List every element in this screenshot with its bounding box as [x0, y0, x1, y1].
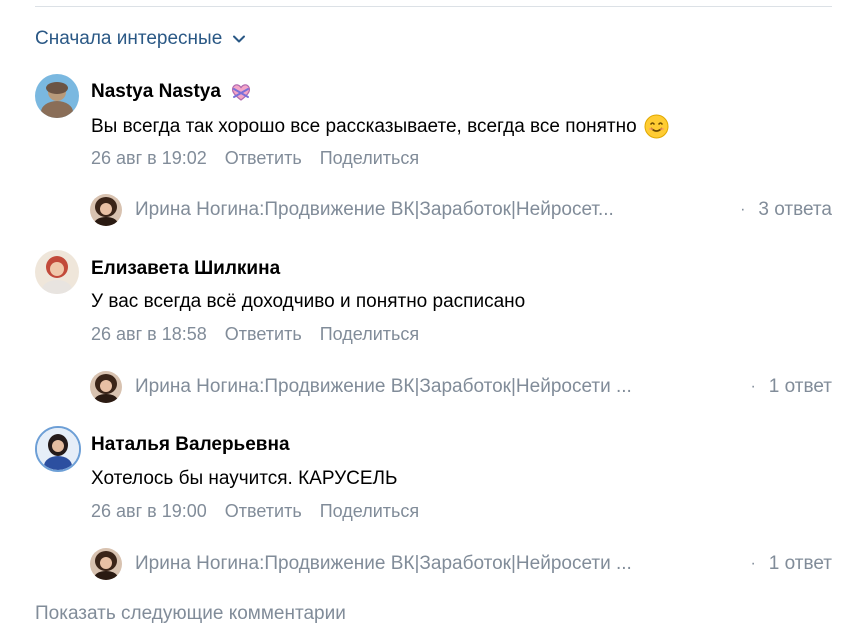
author-name: Елизавета Шилкина: [91, 258, 281, 279]
reply-count: 1 ответ: [768, 376, 832, 397]
comment: Наталья Валерьевна Хотелось бы научится.…: [0, 422, 845, 592]
reply-thread-link[interactable]: Ирина Ногина:Продвижение ВК|Заработок|Не…: [90, 546, 832, 582]
comment-author[interactable]: Наталья Валерьевна: [91, 434, 290, 456]
reply-separator: ·: [750, 378, 756, 395]
comment-text: У вас всегда всё доходчиво и понятно рас…: [91, 291, 525, 313]
comment-meta: 26 авг в 19:00 Ответить Поделиться: [91, 501, 419, 522]
comment-date[interactable]: 26 авг в 18:58: [91, 324, 207, 345]
share-button[interactable]: Поделиться: [320, 148, 419, 169]
sort-dropdown[interactable]: Сначала интересные: [35, 28, 246, 50]
share-button[interactable]: Поделиться: [320, 324, 419, 345]
reply-thread-link[interactable]: Ирина Ногина:Продвижение ВК|Заработок|Не…: [90, 192, 832, 228]
reply-thread-link[interactable]: Ирина Ногина:Продвижение ВК|Заработок|Не…: [90, 369, 832, 405]
show-more-comments-link[interactable]: Показать следующие комментарии: [35, 603, 346, 625]
comment: Nastya Nastya Вы всегда так хорошо все р…: [0, 70, 845, 240]
smiling-face-icon: [644, 114, 669, 139]
reply-avatar: [90, 194, 122, 226]
avatar[interactable]: [35, 74, 79, 118]
comment-text-content: Хотелось бы научится. КАРУСЕЛЬ: [91, 468, 398, 489]
comment-text-content: Вы всегда так хорошо все рассказываете, …: [91, 115, 637, 137]
avatar[interactable]: [35, 250, 79, 294]
reply-count: 3 ответа: [758, 199, 832, 220]
reply-author: Ирина Ногина:Продвижение ВК|Заработок|Не…: [135, 376, 632, 397]
reply-avatar: [90, 371, 122, 403]
share-button[interactable]: Поделиться: [320, 501, 419, 522]
top-divider: [35, 6, 832, 7]
sort-label: Сначала интересные: [35, 28, 223, 49]
comment: Елизавета Шилкина У вас всегда всё доход…: [0, 246, 845, 416]
comment-date[interactable]: 26 авг в 19:02: [91, 148, 207, 169]
reply-author: Ирина Ногина:Продвижение ВК|Заработок|Не…: [135, 553, 632, 574]
reply-count: 1 ответ: [768, 553, 832, 574]
avatar[interactable]: [35, 426, 81, 472]
reply-avatar: [90, 548, 122, 580]
comment-meta: 26 авг в 19:02 Ответить Поделиться: [91, 148, 419, 169]
reply-button[interactable]: Ответить: [225, 324, 302, 345]
reply-author: Ирина Ногина:Продвижение ВК|Заработок|Не…: [135, 199, 614, 220]
comment-text: Вы всегда так хорошо все рассказываете, …: [91, 114, 669, 139]
reply-button[interactable]: Ответить: [225, 501, 302, 522]
comment-text: Хотелось бы научится. КАРУСЕЛЬ: [91, 468, 398, 490]
comment-text-content: У вас всегда всё доходчиво и понятно рас…: [91, 291, 526, 312]
author-name: Наталья Валерьевна: [91, 434, 290, 455]
heart-ribbon-icon: [229, 80, 253, 104]
comment-date[interactable]: 26 авг в 19:00: [91, 501, 207, 522]
comment-author[interactable]: Nastya Nastya: [91, 80, 253, 104]
chevron-down-icon: [232, 32, 246, 46]
reply-separator: ·: [740, 201, 746, 218]
comment-meta: 26 авг в 18:58 Ответить Поделиться: [91, 324, 419, 345]
reply-button[interactable]: Ответить: [225, 148, 302, 169]
reply-separator: ·: [750, 555, 756, 572]
author-name: Nastya Nastya: [91, 81, 221, 102]
comment-author[interactable]: Елизавета Шилкина: [91, 258, 280, 280]
